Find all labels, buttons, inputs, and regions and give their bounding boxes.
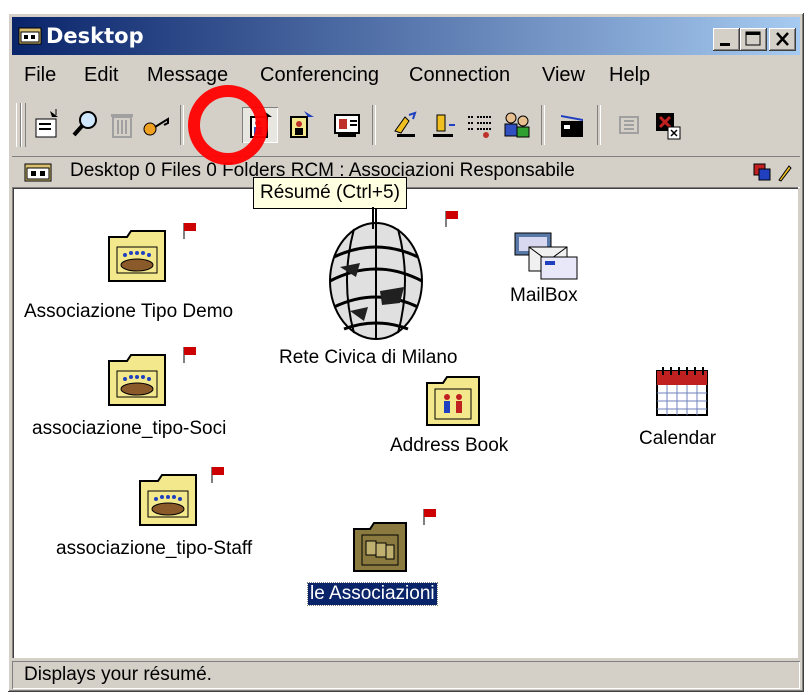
icon-label[interactable]: Rete Civica di Milano: [279, 347, 457, 369]
maximize-icon: [745, 31, 761, 46]
status-text: Displays your résumé.: [24, 664, 212, 685]
conference-folder-icon[interactable]: [136, 469, 200, 529]
close-icon: [776, 32, 789, 46]
conference-folder-icon[interactable]: [105, 225, 169, 285]
desktop-content[interactable]: Associazione Tipo Demo associazione_tipo…: [12, 187, 798, 658]
window-title: Desktop: [46, 24, 144, 48]
pencil-icon[interactable]: [775, 162, 793, 182]
title-bar[interactable]: Desktop: [12, 17, 800, 55]
toolbar-separator: [541, 105, 545, 145]
disconnect-icon[interactable]: [425, 107, 461, 143]
address-book-icon[interactable]: [423, 373, 483, 429]
globe-icon[interactable]: [320, 207, 432, 345]
users-icon[interactable]: [499, 107, 535, 143]
contacts-folder-icon[interactable]: [350, 519, 410, 575]
minimize-icon: [720, 43, 730, 46]
menu-help[interactable]: Help: [609, 64, 650, 87]
icon-label[interactable]: Address Book: [390, 435, 508, 457]
flag-icon: [423, 509, 436, 525]
flag-icon: [211, 467, 224, 483]
toolbar-separator: [597, 105, 601, 145]
desktop-icon: [24, 163, 52, 182]
close-button[interactable]: [769, 28, 796, 51]
windows-icon[interactable]: [753, 163, 771, 181]
search-icon[interactable]: [68, 107, 104, 143]
who-online-icon[interactable]: [330, 107, 366, 143]
toolbar-separator: [180, 105, 184, 145]
mailbox-icon[interactable]: [509, 227, 581, 283]
flag-icon: [183, 347, 196, 363]
menu-view[interactable]: View: [542, 64, 585, 87]
menu-conferencing[interactable]: Conferencing: [260, 64, 379, 87]
icon-label[interactable]: associazione_tipo-Staff: [56, 538, 252, 560]
clapboard-icon[interactable]: [554, 107, 590, 143]
icon-label[interactable]: associazione_tipo-Soci: [32, 418, 226, 440]
menu-bar: File Edit Message Conferencing Connectio…: [12, 59, 800, 95]
maximize-button[interactable]: [740, 28, 767, 51]
close-window-icon[interactable]: [650, 107, 686, 143]
resume-tooltip: Résumé (Ctrl+5): [253, 177, 407, 209]
delete-icon[interactable]: [104, 107, 140, 143]
icon-label-selected[interactable]: le Associazioni: [307, 582, 438, 606]
conference-folder-icon[interactable]: [105, 349, 169, 409]
calendar-icon[interactable]: [653, 363, 711, 419]
conference-disabled-icon[interactable]: [612, 107, 648, 143]
menu-connection[interactable]: Connection: [409, 64, 510, 87]
connect-icon[interactable]: [387, 107, 423, 143]
menu-message[interactable]: Message: [147, 64, 228, 87]
list-icon[interactable]: [462, 107, 498, 143]
minimize-button[interactable]: [713, 28, 740, 51]
icon-label[interactable]: Associazione Tipo Demo: [24, 301, 233, 323]
status-bar: Displays your résumé.: [12, 661, 800, 689]
highlight-circle: [188, 85, 268, 165]
menu-file[interactable]: File: [24, 64, 56, 87]
tooltip-pointer: [372, 207, 374, 229]
icon-label[interactable]: MailBox: [510, 285, 578, 307]
key-icon[interactable]: [138, 107, 174, 143]
flag-icon: [445, 211, 458, 227]
menu-edit[interactable]: Edit: [84, 64, 118, 87]
flag-icon: [183, 223, 196, 239]
desktop-icon: [18, 27, 42, 45]
toolbar-separator: [372, 105, 376, 145]
icon-label[interactable]: Calendar: [639, 428, 716, 450]
desktop-window: Desktop File Edit Message Conferencing C…: [8, 13, 804, 692]
toolbar-grip[interactable]: [21, 103, 26, 147]
toolbar: [12, 97, 800, 153]
new-message-icon[interactable]: [30, 107, 66, 143]
profile-icon[interactable]: [284, 107, 320, 143]
